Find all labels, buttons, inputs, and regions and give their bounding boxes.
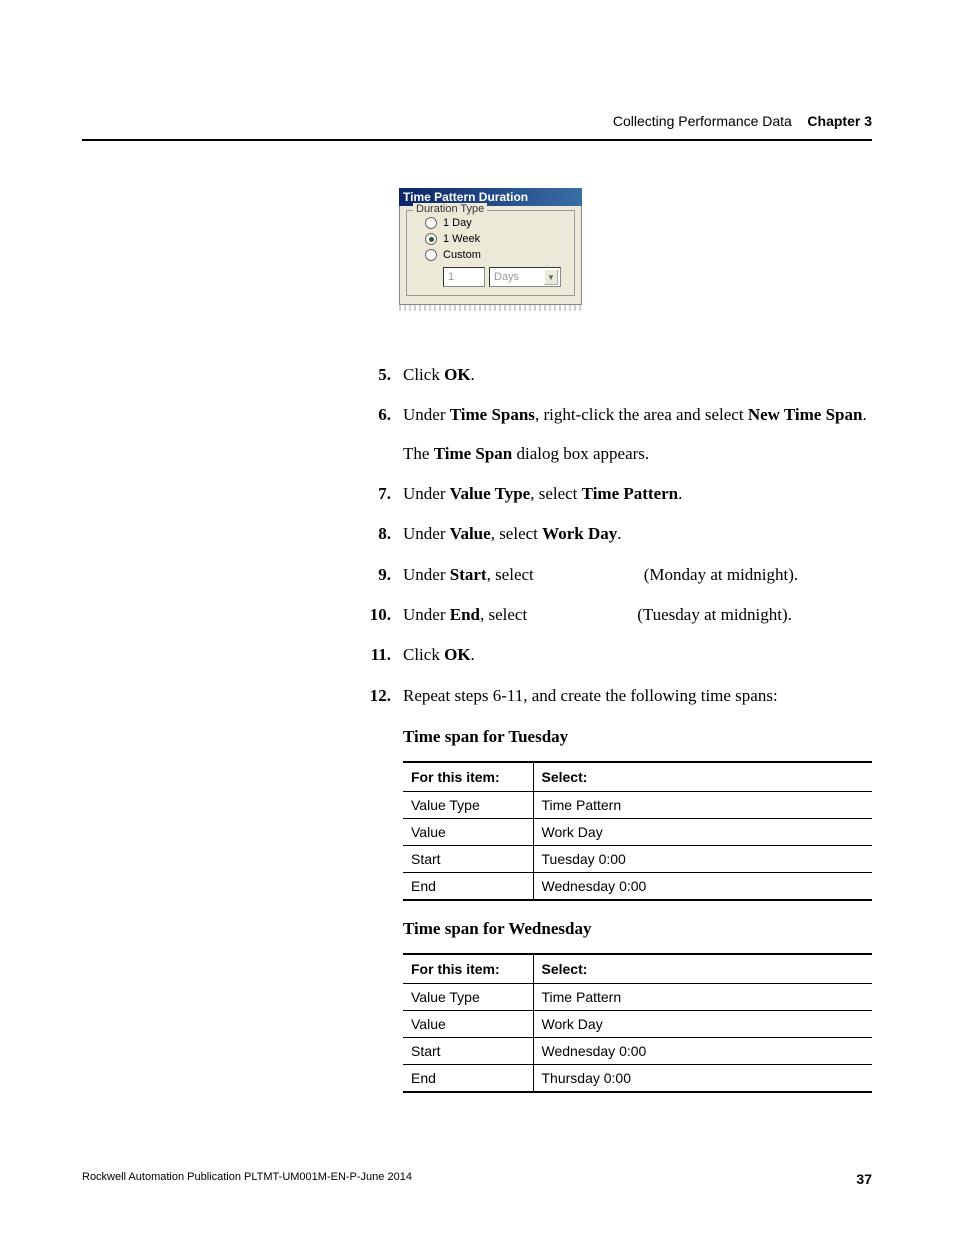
table-row: ValueWork Day [403,819,872,846]
step-8: 8. Under Value, select Work Day. [367,521,872,547]
fieldset-legend: Duration Type [413,203,487,215]
wednesday-table: For this item: Select: Value TypeTime Pa… [403,953,872,1093]
table-row: EndWednesday 0:00 [403,873,872,901]
table-row: EndThursday 0:00 [403,1065,872,1093]
header-chapter: Chapter 3 [807,113,872,129]
publication-info: Rockwell Automation Publication PLTMT-UM… [82,1171,412,1187]
step-12: 12. Repeat steps 6-11, and create the fo… [367,683,872,709]
tuesday-heading: Time span for Tuesday [403,727,872,747]
torn-edge-decoration [399,305,582,311]
table-header: For this item: [403,954,533,984]
radio-icon [425,217,437,229]
header-section: Collecting Performance Data [613,113,792,129]
table-header: Select: [533,762,872,792]
chevron-down-icon: ▼ [544,269,558,285]
dialog-screenshot: Time Pattern Duration Duration Type 1 Da… [399,188,582,311]
step-11: 11. Click OK. [367,642,872,668]
table-row: Value TypeTime Pattern [403,984,872,1011]
step-9: 9. Under Start, select(Monday at midnigh… [367,562,872,588]
radio-icon [425,249,437,261]
page-number: 37 [856,1171,872,1187]
table-row: StartTuesday 0:00 [403,846,872,873]
table-row: ValueWork Day [403,1011,872,1038]
step-6: 6. Under Time Spans, right-click the are… [367,402,872,467]
step-5: 5. Click OK. [367,362,872,388]
page-footer: Rockwell Automation Publication PLTMT-UM… [82,1171,872,1187]
content-area: 5. Click OK. 6. Under Time Spans, right-… [367,362,872,1103]
custom-unit-dropdown[interactable]: Days ▼ [489,267,561,287]
page-header: Collecting Performance Data Chapter 3 [82,113,872,141]
radio-1week[interactable]: 1 Week [415,231,566,247]
radio-1day[interactable]: 1 Day [415,215,566,231]
step-7: 7. Under Value Type, select Time Pattern… [367,481,872,507]
table-header: Select: [533,954,872,984]
tuesday-table: For this item: Select: Value TypeTime Pa… [403,761,872,901]
custom-number-input[interactable]: 1 [443,267,485,287]
wednesday-heading: Time span for Wednesday [403,919,872,939]
table-header: For this item: [403,762,533,792]
table-row: Value TypeTime Pattern [403,792,872,819]
radio-custom[interactable]: Custom [415,247,566,263]
table-row: StartWednesday 0:00 [403,1038,872,1065]
step-10: 10. Under End, select(Tuesday at midnigh… [367,602,872,628]
radio-icon [425,233,437,245]
